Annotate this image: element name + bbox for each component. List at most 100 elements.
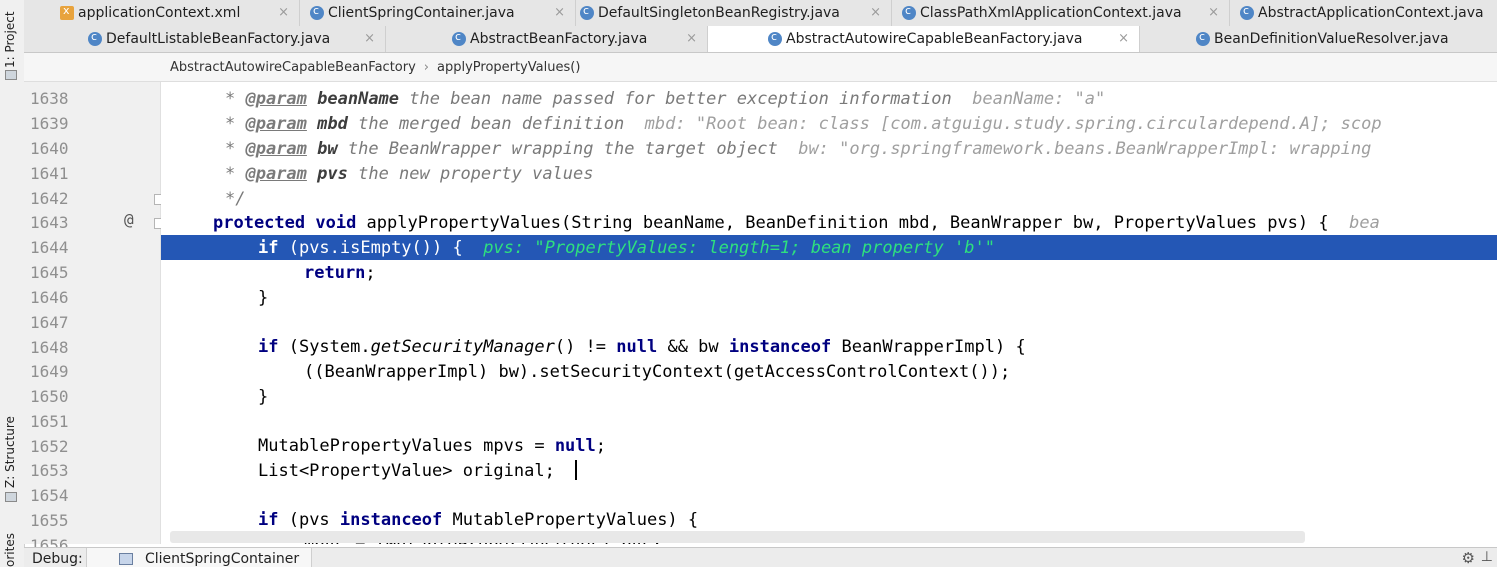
- code-text: }: [258, 288, 269, 308]
- code-text: (pvs: [278, 510, 340, 530]
- tab-label: BeanDefinitionValueResolver.java: [1214, 31, 1449, 47]
- line-number: 1647: [30, 313, 69, 332]
- code-text: (pvs.isEmpty()) {: [278, 238, 484, 258]
- class-icon: [1196, 30, 1210, 46]
- code-text: && bw: [657, 337, 729, 357]
- code-text: MutablePropertyValues mpvs =: [258, 436, 555, 456]
- code-line-1653: List<PropertyValue> original;: [161, 458, 1497, 483]
- code-text: MutablePropertyValues) {: [442, 510, 699, 530]
- code-text: () !=: [554, 337, 617, 357]
- keyword: instanceof: [728, 337, 832, 357]
- comment-text: the new property values: [347, 164, 594, 184]
- editor-tab-row-2: DefaultListableBeanFactory.java × Abstra…: [24, 26, 1497, 53]
- close-icon[interactable]: ×: [554, 5, 565, 20]
- debug-session-tab[interactable]: ClientSpringContainer: [86, 548, 312, 567]
- breadcrumb-class[interactable]: AbstractAutowireCapableBeanFactory: [170, 60, 416, 75]
- code-line-1638: * @param beanName the bean name passed f…: [161, 86, 1497, 111]
- code-line-1652: MutablePropertyValues mpvs = null;: [161, 433, 1497, 458]
- line-number: 1652: [30, 437, 69, 456]
- javadoc-tag: @param: [245, 139, 307, 159]
- tab-beandefinitionvalueresolver[interactable]: BeanDefinitionValueResolver.java: [1140, 26, 1497, 52]
- structure-tool-button[interactable]: Z: Structure: [3, 416, 17, 488]
- line-number: 1640: [30, 139, 69, 158]
- class-icon: [452, 30, 466, 46]
- code-editor[interactable]: * @param beanName the bean name passed f…: [161, 82, 1497, 544]
- tab-label: DefaultListableBeanFactory.java: [106, 31, 331, 47]
- line-number-gutter[interactable]: 1638 1639 1640 1641 1642 1643 1644 1645 …: [24, 82, 165, 555]
- code-text: ;: [365, 263, 376, 283]
- tab-label: AbstractAutowireCapableBeanFactory.java: [786, 31, 1083, 47]
- keyword: if: [258, 337, 279, 357]
- debug-tool-window-bar: Debug: ClientSpringContainer ⚙ ⊥: [24, 547, 1497, 567]
- code-text: }: [258, 387, 269, 407]
- line-number: 1653: [30, 461, 69, 480]
- project-icon: [5, 70, 17, 80]
- close-icon[interactable]: ×: [686, 31, 697, 46]
- line-number: 1646: [30, 288, 69, 307]
- static-method-call: getSecurityManager: [370, 337, 555, 357]
- tab-classpathxmlapplicationcontext[interactable]: ClassPathXmlApplicationContext.java ×: [892, 0, 1230, 26]
- debug-inline-value: bw: "org.springframework.beans.BeanWrapp…: [787, 139, 1372, 159]
- tab-defaultsingletonbeanregistry[interactable]: DefaultSingletonBeanRegistry.java ×: [576, 0, 892, 26]
- comment-star: *: [225, 89, 246, 109]
- close-icon[interactable]: ×: [1208, 5, 1219, 20]
- code-line-1655: if (pvs instanceof MutablePropertyValues…: [161, 507, 1497, 532]
- debug-inline-value: bea: [1349, 213, 1380, 233]
- keyword: return: [304, 263, 366, 283]
- comment-text: the bean name passed for better exceptio…: [399, 89, 962, 109]
- tab-abstractapplicationcontext[interactable]: AbstractApplicationContext.java: [1230, 0, 1497, 26]
- project-tool-button[interactable]: 1: Project: [3, 8, 17, 68]
- tab-abstractbeanfactory[interactable]: AbstractBeanFactory.java ×: [386, 26, 708, 52]
- param-name: beanName: [306, 89, 400, 109]
- code-text: List<PropertyValue> original;: [258, 461, 555, 481]
- hide-icon[interactable]: ⊥: [1481, 549, 1493, 565]
- gear-icon[interactable]: ⚙: [1462, 549, 1475, 567]
- override-marker-icon[interactable]: @: [124, 210, 134, 229]
- param-name: bw: [306, 139, 338, 159]
- keyword: if: [258, 238, 279, 258]
- code-line-1649: ((BeanWrapperImpl) bw).setSecurityContex…: [161, 359, 1497, 384]
- javadoc-tag: @param: [245, 114, 307, 134]
- comment-star: *: [225, 164, 246, 184]
- editor-tab-row-1: applicationContext.xml × ClientSpringCon…: [24, 0, 1497, 27]
- code-line-1650: }: [161, 384, 1497, 409]
- tab-abstractautowirecapablebeanfactory[interactable]: AbstractAutowireCapableBeanFactory.java …: [708, 26, 1140, 52]
- line-number: 1643: [30, 213, 69, 232]
- debug-label: Debug:: [32, 551, 83, 567]
- tab-applicationcontext-xml[interactable]: applicationContext.xml ×: [60, 0, 300, 26]
- javadoc-tag: @param: [245, 89, 307, 109]
- horizontal-scrollbar[interactable]: [170, 531, 1305, 543]
- line-number: 1644: [30, 238, 69, 257]
- close-icon[interactable]: ×: [278, 5, 289, 20]
- class-icon: [580, 4, 594, 20]
- left-tool-strip: 1: Project Z: Structure orites: [0, 0, 25, 567]
- code-text: BeanWrapperImpl) {: [831, 337, 1026, 357]
- tab-label: DefaultSingletonBeanRegistry.java: [598, 5, 840, 21]
- comment-star: *: [225, 139, 246, 159]
- line-number: 1642: [30, 189, 69, 208]
- keyword: protected: [213, 213, 306, 233]
- class-icon: [768, 30, 782, 46]
- breadcrumb-method[interactable]: applyPropertyValues(): [437, 60, 580, 75]
- code-text: ((BeanWrapperImpl) bw).setSecurityContex…: [304, 362, 1011, 382]
- tab-clientspringcontainer[interactable]: ClientSpringContainer.java ×: [300, 0, 576, 26]
- code-line-1648: if (System.getSecurityManager() != null …: [161, 334, 1497, 359]
- debug-inline-value: mbd: "Root bean: class [com.atguigu.stud…: [634, 114, 1382, 134]
- comment-text: the BeanWrapper wrapping the target obje…: [337, 139, 788, 159]
- keyword: null: [554, 436, 596, 456]
- debug-session-name: ClientSpringContainer: [145, 551, 300, 567]
- text-cursor: [575, 460, 577, 480]
- close-icon[interactable]: ×: [870, 5, 881, 20]
- keyword: instanceof: [339, 510, 443, 530]
- comment-text: the merged bean definition: [347, 114, 635, 134]
- param-name: pvs: [306, 164, 348, 184]
- line-number: 1648: [30, 338, 69, 357]
- code-line-1639: * @param mbd the merged bean definition …: [161, 111, 1497, 136]
- tab-defaultlistablebeanfactory[interactable]: DefaultListableBeanFactory.java ×: [88, 26, 386, 52]
- tab-label: applicationContext.xml: [78, 5, 241, 21]
- code-line-1641: * @param pvs the new property values: [161, 161, 1497, 186]
- close-icon[interactable]: ×: [1118, 31, 1129, 46]
- close-icon[interactable]: ×: [364, 31, 375, 46]
- favorites-tool-button[interactable]: orites: [3, 530, 17, 567]
- line-number: 1638: [30, 89, 69, 108]
